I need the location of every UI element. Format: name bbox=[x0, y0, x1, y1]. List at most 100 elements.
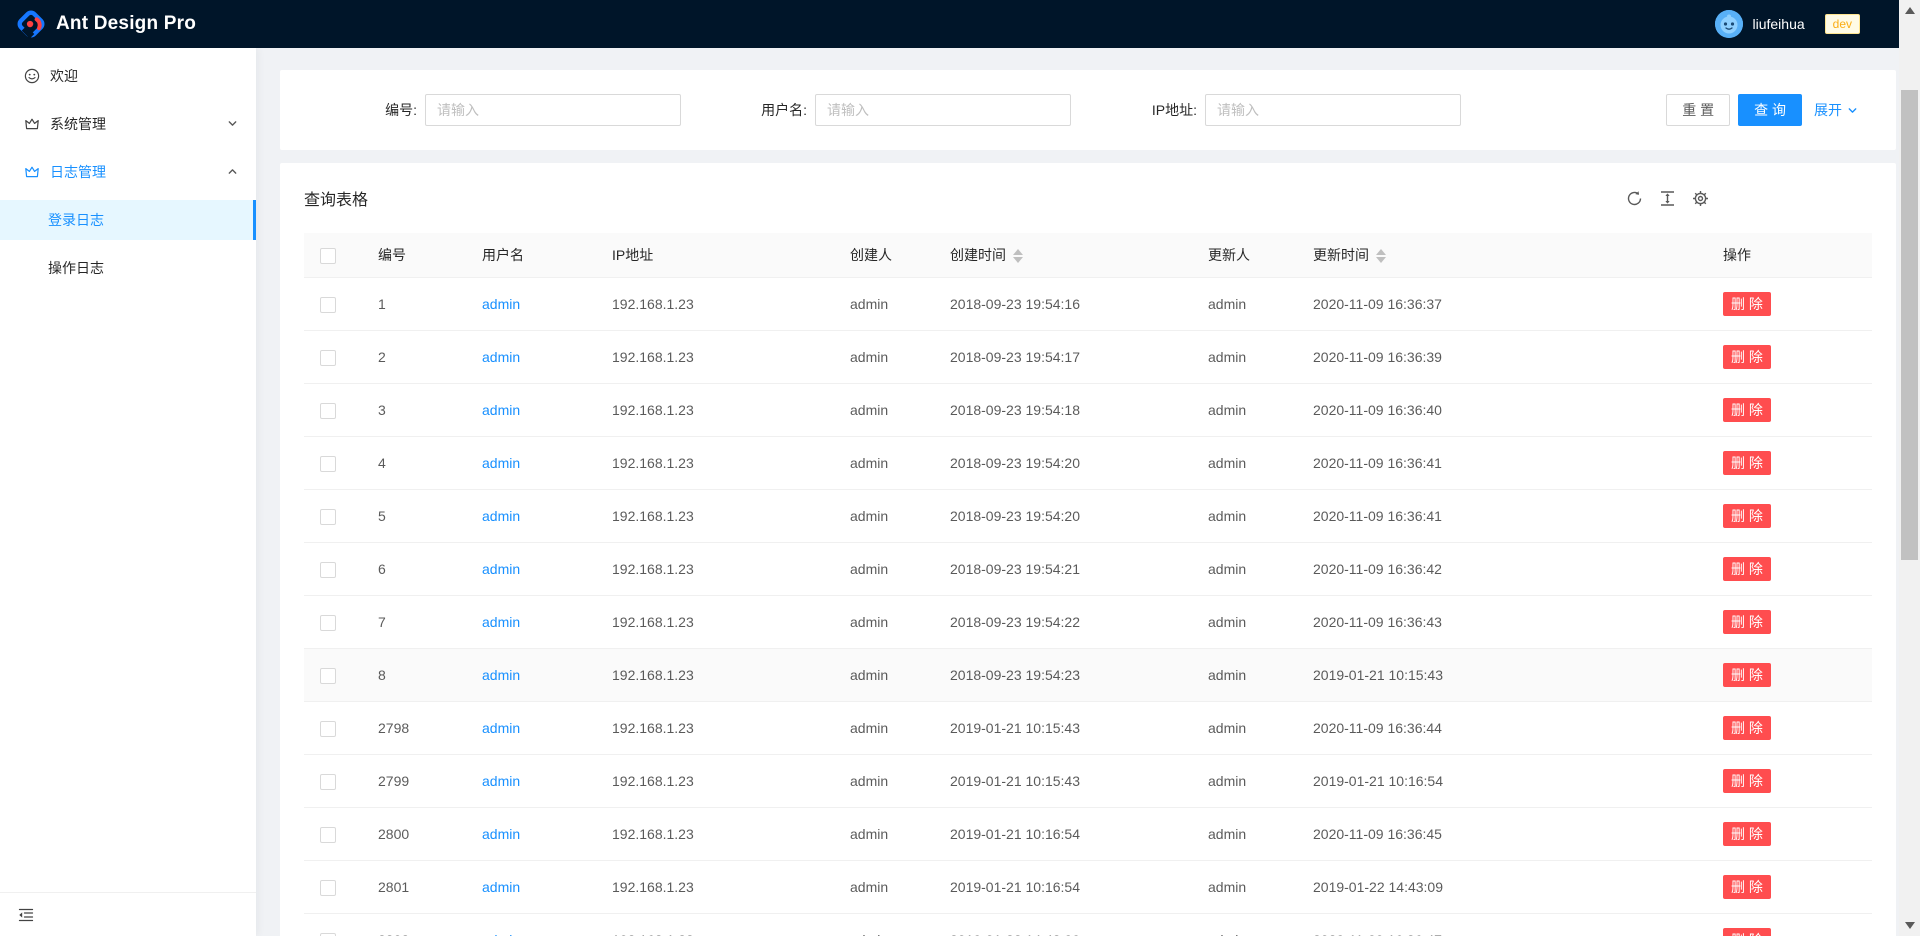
delete-button[interactable]: 删 除 bbox=[1723, 769, 1771, 793]
cell-ip: 192.168.1.23 bbox=[596, 702, 834, 755]
cell-updater: admin bbox=[1192, 861, 1297, 914]
cell-id: 7 bbox=[362, 596, 466, 649]
query-button[interactable]: 查 询 bbox=[1738, 94, 1802, 126]
cell-ip: 192.168.1.23 bbox=[596, 543, 834, 596]
delete-button[interactable]: 删 除 bbox=[1723, 345, 1771, 369]
app-logo[interactable]: Ant Design Pro bbox=[16, 9, 196, 39]
density-icon[interactable] bbox=[1659, 190, 1676, 207]
row-checkbox[interactable] bbox=[320, 350, 336, 366]
column-header-created-time[interactable]: 创建时间 bbox=[934, 233, 1192, 278]
username-link[interactable]: admin bbox=[482, 349, 520, 365]
row-checkbox[interactable] bbox=[320, 297, 336, 313]
table-title: 查询表格 bbox=[304, 186, 368, 210]
cell-updated-time: 2020-11-09 16:36:41 bbox=[1297, 437, 1707, 490]
cell-created-time: 2019-01-21 10:16:54 bbox=[934, 808, 1192, 861]
table-header-row: 编号 用户名 IP地址 创建人 创建时间 更新人 更新时间 操作 bbox=[304, 233, 1872, 278]
delete-button[interactable]: 删 除 bbox=[1723, 610, 1771, 634]
table-row: 2800 admin 192.168.1.23 admin 2019-01-21… bbox=[304, 808, 1872, 861]
table-row: 3 admin 192.168.1.23 admin 2018-09-23 19… bbox=[304, 384, 1872, 437]
cell-updater: admin bbox=[1192, 490, 1297, 543]
settings-icon[interactable] bbox=[1692, 190, 1709, 207]
row-checkbox[interactable] bbox=[320, 615, 336, 631]
query-table: 编号 用户名 IP地址 创建人 创建时间 更新人 更新时间 操作 1 admin bbox=[304, 233, 1872, 936]
id-input[interactable] bbox=[425, 94, 681, 126]
cell-created-time: 2018-09-23 19:54:20 bbox=[934, 490, 1192, 543]
username-link[interactable]: admin bbox=[482, 667, 520, 683]
cell-created-time: 2018-09-23 19:54:20 bbox=[934, 437, 1192, 490]
cell-created-time: 2018-09-23 19:54:18 bbox=[934, 384, 1192, 437]
sidebar-item-login-log[interactable]: 登录日志 bbox=[0, 200, 256, 240]
scrollbar-thumb[interactable] bbox=[1901, 90, 1918, 560]
username-input[interactable] bbox=[815, 94, 1071, 126]
window-scrollbar[interactable] bbox=[1899, 0, 1920, 936]
cell-updated-time: 2020-11-09 16:36:40 bbox=[1297, 384, 1707, 437]
delete-button[interactable]: 删 除 bbox=[1723, 292, 1771, 316]
cell-creator: admin bbox=[834, 596, 934, 649]
cell-creator: admin bbox=[834, 755, 934, 808]
cell-ip: 192.168.1.23 bbox=[596, 649, 834, 702]
sort-carets-icon[interactable] bbox=[1376, 249, 1386, 263]
sort-carets-icon[interactable] bbox=[1013, 249, 1023, 263]
column-header-updated-time[interactable]: 更新时间 bbox=[1297, 233, 1707, 278]
expand-link[interactable]: 展开 bbox=[1814, 100, 1858, 120]
delete-button[interactable]: 删 除 bbox=[1723, 398, 1771, 422]
username-link[interactable]: admin bbox=[482, 614, 520, 630]
ip-input[interactable] bbox=[1205, 94, 1461, 126]
reload-icon[interactable] bbox=[1626, 190, 1643, 207]
menu-fold-icon[interactable] bbox=[18, 907, 34, 923]
delete-button[interactable]: 删 除 bbox=[1723, 716, 1771, 740]
cell-id: 2798 bbox=[362, 702, 466, 755]
scrollbar-up-arrow-icon[interactable] bbox=[1905, 7, 1915, 14]
cell-updated-time: 2020-11-09 16:36:37 bbox=[1297, 278, 1707, 331]
field-label: 用户名: bbox=[731, 100, 807, 120]
row-checkbox[interactable] bbox=[320, 456, 336, 472]
row-checkbox[interactable] bbox=[320, 509, 336, 525]
sidebar-item-system-management[interactable]: 系统管理 bbox=[0, 104, 256, 144]
row-checkbox[interactable] bbox=[320, 721, 336, 737]
delete-button[interactable]: 删 除 bbox=[1723, 451, 1771, 475]
cell-created-time: 2019-01-21 10:16:54 bbox=[934, 861, 1192, 914]
cell-updater: admin bbox=[1192, 437, 1297, 490]
username-link[interactable]: admin bbox=[482, 508, 520, 524]
row-checkbox[interactable] bbox=[320, 562, 336, 578]
cell-creator: admin bbox=[834, 543, 934, 596]
cell-updater: admin bbox=[1192, 914, 1297, 936]
username-link[interactable]: admin bbox=[482, 402, 520, 418]
username-link[interactable]: admin bbox=[482, 720, 520, 736]
sidebar-item-operation-log[interactable]: 操作日志 bbox=[0, 248, 256, 288]
username-link[interactable]: admin bbox=[482, 879, 520, 895]
delete-button[interactable]: 删 除 bbox=[1723, 875, 1771, 899]
delete-button[interactable]: 删 除 bbox=[1723, 557, 1771, 581]
row-checkbox[interactable] bbox=[320, 827, 336, 843]
scrollbar-down-arrow-icon[interactable] bbox=[1905, 922, 1915, 929]
cell-updater: admin bbox=[1192, 808, 1297, 861]
query-table-card: 查询表格 编号 用 bbox=[280, 163, 1896, 936]
username-link[interactable]: admin bbox=[482, 932, 520, 936]
row-checkbox[interactable] bbox=[320, 668, 336, 684]
username-link[interactable]: admin bbox=[482, 561, 520, 577]
username-link[interactable]: admin bbox=[482, 826, 520, 842]
cell-updated-time: 2020-11-09 16:36:39 bbox=[1297, 331, 1707, 384]
user-avatar[interactable] bbox=[1715, 10, 1743, 38]
sidebar-item-log-management[interactable]: 日志管理 bbox=[0, 152, 256, 192]
row-checkbox[interactable] bbox=[320, 933, 336, 936]
row-checkbox[interactable] bbox=[320, 880, 336, 896]
delete-button[interactable]: 删 除 bbox=[1723, 822, 1771, 846]
username-link[interactable]: admin bbox=[482, 296, 520, 312]
username-link[interactable]: admin bbox=[482, 773, 520, 789]
row-checkbox[interactable] bbox=[320, 403, 336, 419]
cell-created-time: 2018-09-23 19:54:21 bbox=[934, 543, 1192, 596]
sidebar-item-label: 欢迎 bbox=[50, 66, 78, 86]
cell-updated-time: 2020-11-09 16:36:42 bbox=[1297, 543, 1707, 596]
select-all-checkbox[interactable] bbox=[320, 248, 336, 264]
reset-button[interactable]: 重 置 bbox=[1666, 94, 1730, 126]
delete-button[interactable]: 删 除 bbox=[1723, 928, 1771, 936]
sidebar-item-welcome[interactable]: 欢迎 bbox=[0, 56, 256, 96]
username-link[interactable]: admin bbox=[482, 455, 520, 471]
delete-button[interactable]: 删 除 bbox=[1723, 504, 1771, 528]
table-row: 2801 admin 192.168.1.23 admin 2019-01-21… bbox=[304, 861, 1872, 914]
delete-button[interactable]: 删 除 bbox=[1723, 663, 1771, 687]
table-row: 1 admin 192.168.1.23 admin 2018-09-23 19… bbox=[304, 278, 1872, 331]
user-name[interactable]: liufeihua bbox=[1752, 16, 1804, 32]
row-checkbox[interactable] bbox=[320, 774, 336, 790]
